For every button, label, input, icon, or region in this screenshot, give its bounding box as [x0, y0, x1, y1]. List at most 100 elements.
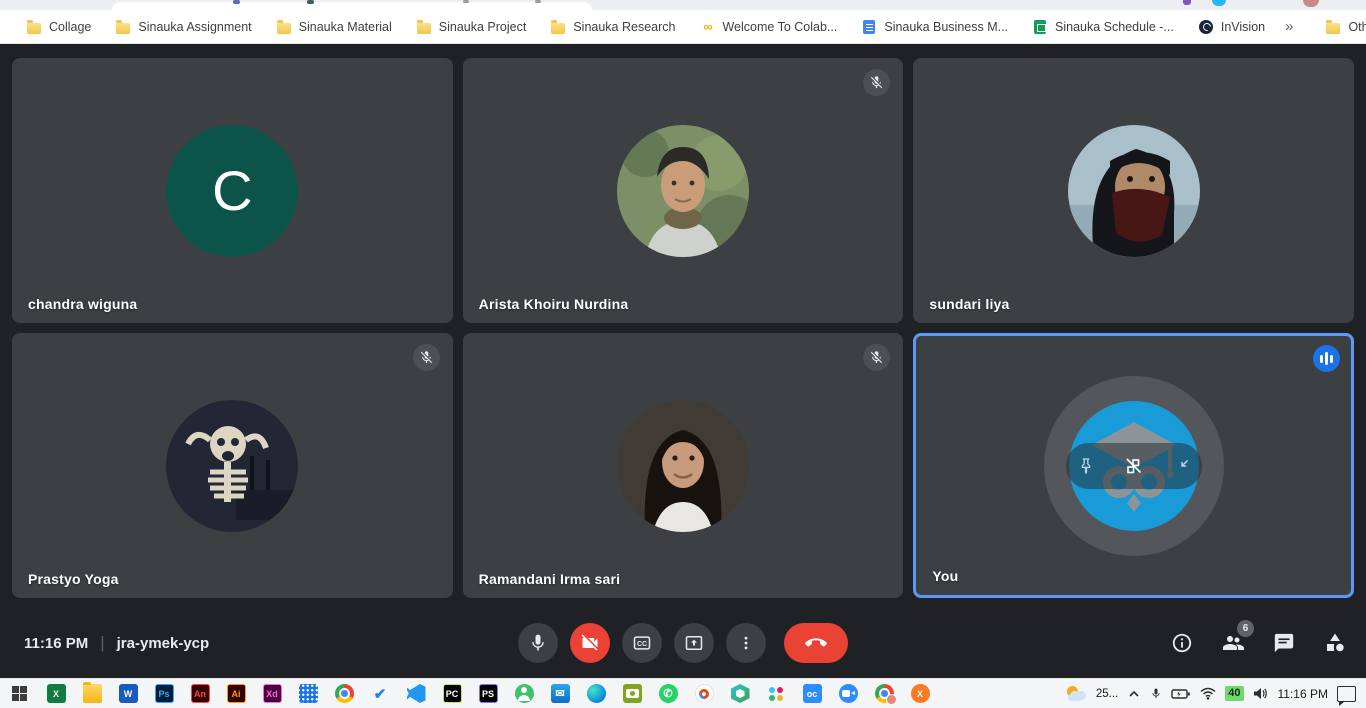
taskbar-apps: X W Ps An Ai Xd ✔ PC PS ✉ ✆ oc X	[38, 679, 938, 708]
participant-name: Ramandani Irma sari	[479, 571, 621, 587]
bookmarks-overflow-chevron[interactable]: »	[1277, 18, 1301, 35]
taskbar-app-bluecam[interactable]	[830, 679, 866, 708]
taskbar-app-person[interactable]	[506, 679, 542, 708]
taskbar-app-edge[interactable]	[578, 679, 614, 708]
taskbar-app-animate[interactable]: An	[182, 679, 218, 708]
taskbar-app-chrome2[interactable]	[866, 679, 902, 708]
excel-icon: X	[47, 684, 66, 703]
audio-active-indicator	[1313, 345, 1340, 372]
taskbar-app-cam[interactable]	[614, 679, 650, 708]
extension-icon[interactable]	[1212, 0, 1226, 6]
taskbar-app-explorer[interactable]	[74, 679, 110, 708]
bookmark-label: Sinauka Assignment	[138, 20, 251, 34]
taskbar-app-oc[interactable]: oc	[794, 679, 830, 708]
taskbar-app-photoshop[interactable]: Ps	[146, 679, 182, 708]
camera-off-button[interactable]	[570, 623, 610, 663]
photoshop-icon: Ps	[155, 684, 174, 703]
hex-icon	[731, 684, 750, 703]
mic-muted-icon	[863, 344, 890, 371]
end-call-button[interactable]	[784, 623, 848, 663]
docs-icon	[861, 19, 877, 35]
other-bookmarks[interactable]: Other bookmarks	[1313, 15, 1366, 39]
activities-button[interactable]	[1322, 630, 1348, 656]
taskbar-app-chrome[interactable]	[326, 679, 362, 708]
wifi-tray-icon[interactable]	[1200, 687, 1216, 700]
weather-icon[interactable]	[1065, 686, 1087, 702]
windows-taskbar: X W Ps An Ai Xd ✔ PC PS ✉ ✆ oc X 25... 40 11:16 PM	[0, 678, 1366, 708]
folder-icon	[550, 19, 566, 35]
taskbar-app-phpstorm[interactable]: PS	[470, 679, 506, 708]
bookmark-invision[interactable]: InVision	[1186, 15, 1277, 39]
microphone-tray-icon[interactable]	[1150, 686, 1162, 701]
picture-in-picture-off-icon[interactable]	[1124, 456, 1143, 475]
taskbar-clock[interactable]: 11:16 PM	[1278, 687, 1328, 701]
weather-temp[interactable]: 25...	[1096, 688, 1118, 700]
taskbar-app-word[interactable]: W	[110, 679, 146, 708]
taskbar-app-xd[interactable]: Xd	[254, 679, 290, 708]
taskbar-app-pycharm[interactable]: PC	[434, 679, 470, 708]
battery-tray-icon[interactable]	[1171, 688, 1191, 700]
xd-icon: Xd	[263, 684, 282, 703]
pin-icon[interactable]	[1077, 457, 1095, 475]
action-center-icon[interactable]	[1337, 686, 1356, 702]
mic-muted-icon	[863, 69, 890, 96]
bookmark-sinauka-project[interactable]: Sinauka Project	[404, 15, 539, 39]
sheets-icon	[1032, 19, 1048, 35]
participant-tile-you[interactable]: You	[913, 333, 1354, 598]
start-button[interactable]	[0, 679, 38, 708]
participant-tile-chandra-wiguna[interactable]: C chandra wiguna	[12, 58, 453, 323]
photo-avatar	[1068, 125, 1200, 257]
chat-button[interactable]	[1271, 630, 1297, 656]
microphone-button[interactable]	[518, 623, 558, 663]
taskbar-app-illustrator[interactable]: Ai	[218, 679, 254, 708]
taskbar-app-excel[interactable]: X	[38, 679, 74, 708]
participant-tile-arista[interactable]: Arista Khoiru Nurdina	[463, 58, 904, 323]
folder-icon	[1325, 19, 1341, 35]
taskbar-app-whatsapp[interactable]: ✆	[650, 679, 686, 708]
windows-logo-icon	[12, 686, 27, 701]
present-button[interactable]	[674, 623, 714, 663]
participant-name: Prastyo Yoga	[28, 571, 119, 587]
taskbar-app-xampp[interactable]: X	[902, 679, 938, 708]
minimize-icon[interactable]	[1173, 457, 1191, 475]
taskbar-app-vscode[interactable]	[398, 679, 434, 708]
participant-tile-sundari-liya[interactable]: sundari liya	[913, 58, 1354, 323]
taskbar-app-mail[interactable]: ✉	[542, 679, 578, 708]
taskbar-app-camtasia[interactable]	[686, 679, 722, 708]
bookmark-sinauka-schedule[interactable]: Sinauka Schedule -...	[1020, 15, 1186, 39]
bookmark-welcome-to-colab[interactable]: ∞Welcome To Colab...	[687, 15, 849, 39]
vscode-icon	[407, 684, 426, 703]
initial-avatar: C	[166, 125, 298, 257]
taskbar-app-grid[interactable]	[290, 679, 326, 708]
tray-chevron-icon[interactable]	[1127, 688, 1141, 700]
omnibox-fragment	[463, 0, 469, 3]
bookmark-label: Collage	[49, 20, 91, 34]
battery-percent-badge[interactable]: 40	[1225, 686, 1243, 701]
meeting-details-button[interactable]	[1169, 630, 1195, 656]
taskbar-app-check[interactable]: ✔	[362, 679, 398, 708]
photo-avatar	[166, 400, 298, 532]
illustrator-icon: Ai	[227, 684, 246, 703]
bookmark-sinauka-research[interactable]: Sinauka Research	[538, 15, 687, 39]
more-options-button[interactable]	[726, 623, 766, 663]
participant-name: You	[932, 568, 958, 584]
participant-tile-ramandani[interactable]: Ramandani Irma sari	[463, 333, 904, 598]
volume-tray-icon[interactable]	[1253, 687, 1269, 700]
captions-button[interactable]: CC	[622, 623, 662, 663]
invision-icon	[1198, 19, 1214, 35]
meet-control-bar: 11:16 PM | jra-ymek-ycp CC 6	[0, 608, 1366, 678]
bookmark-sinauka-assignment[interactable]: Sinauka Assignment	[103, 15, 263, 39]
divider: |	[100, 633, 104, 653]
xampp-icon: X	[911, 684, 930, 703]
participant-tile-prastyo-yoga[interactable]: Prastyo Yoga	[12, 333, 453, 598]
bookmark-collage[interactable]: Collage	[14, 15, 103, 39]
edge-icon	[587, 684, 606, 703]
participants-button[interactable]: 6	[1220, 630, 1246, 656]
phpstorm-icon: PS	[479, 684, 498, 703]
taskbar-app-hex[interactable]	[722, 679, 758, 708]
extension-icon[interactable]	[1183, 0, 1191, 5]
taskbar-app-pinwheel[interactable]	[758, 679, 794, 708]
bookmark-sinauka-business-m[interactable]: Sinauka Business M...	[849, 15, 1020, 39]
profile-avatar[interactable]	[1303, 0, 1319, 7]
bookmark-sinauka-material[interactable]: Sinauka Material	[264, 15, 404, 39]
